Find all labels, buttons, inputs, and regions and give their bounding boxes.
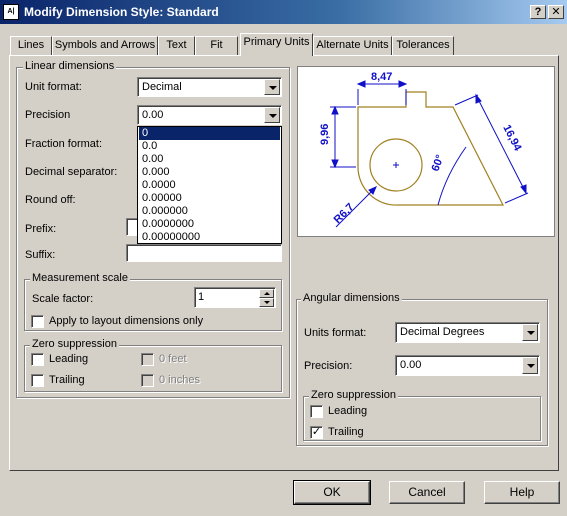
zero-feet-label: 0 feet [159,353,187,365]
precision-option[interactable]: 0.000000 [139,205,280,218]
apply-layout-label: Apply to layout dimensions only [49,315,204,327]
ok-button[interactable]: OK [293,480,371,505]
precision-dropdown-list: 0 0.0 0.00 0.000 0.0000 0.00000 0.000000… [137,126,282,244]
angular-precision-label: Precision: [304,360,353,372]
angular-precision-value: 0.00 [400,359,422,371]
apply-layout-checkbox[interactable] [31,315,44,328]
precision-option[interactable]: 0 [139,127,280,140]
precision-option[interactable]: 0.0000 [139,179,280,192]
dim-top-text: 8,47 [371,71,392,83]
zero-inches-checkbox [141,374,154,387]
chevron-down-icon[interactable] [264,107,280,123]
decimal-separator-label: Decimal separator: [25,166,118,178]
leading-angular-label: Leading [328,405,368,417]
dim-left-text: 9,96 [319,124,331,145]
tab-text[interactable]: Text [158,36,195,55]
angular-units-format-value: Decimal Degrees [400,326,485,338]
round-off-label: Round off: [25,194,76,206]
linear-dimensions-title: Linear dimensions [23,60,117,72]
radius-text: R6,7 [332,201,357,226]
precision-option[interactable]: 0.0000000 [139,218,280,231]
suffix-input[interactable] [126,244,282,262]
title-bar: A| Modify Dimension Style: Standard ? ✕ [0,0,567,24]
precision-label: Precision [25,109,71,121]
precision-select[interactable]: 0.00 [137,105,282,125]
zero-feet-checkbox [141,353,154,366]
angular-dimensions-title: Angular dimensions [301,292,402,304]
precision-option[interactable]: 0.00000 [139,192,280,205]
tab-symbols-and-arrows[interactable]: Symbols and Arrows [52,36,158,55]
angular-units-format-select[interactable]: Decimal Degrees [395,322,540,343]
tab-tolerances[interactable]: Tolerances [392,36,454,55]
spin-down-icon[interactable] [259,298,274,307]
leading-angular-checkbox[interactable] [310,405,323,418]
unit-format-label: Unit format: [25,81,82,93]
precision-option[interactable]: 0.000 [139,166,280,179]
unit-format-value: Decimal [142,81,182,93]
angular-precision-select[interactable]: 0.00 [395,355,540,376]
preview-drawing: 8,47 9,96 16,94 60° R6,7 [319,71,529,228]
trailing-angular-label: Trailing [328,426,364,438]
angle-text: 60° [430,153,447,173]
tab-lines[interactable]: Lines [10,36,52,55]
scale-factor-spinner[interactable]: 1 [194,287,276,308]
prefix-label: Prefix: [25,223,57,235]
trailing-angular-checkbox[interactable]: ✓ [310,426,323,439]
trailing-linear-checkbox[interactable] [31,374,44,387]
tab-fit[interactable]: Fit [195,36,238,55]
window-title: Modify Dimension Style: Standard [24,5,219,19]
precision-option[interactable]: 0.00 [139,153,280,166]
dimension-preview: 8,47 9,96 16,94 60° R6,7 [297,66,555,237]
scale-factor-value: 1 [198,291,205,303]
fraction-format-label: Fraction format: [25,138,103,150]
tab-alternate-units[interactable]: Alternate Units [313,36,392,55]
precision-value: 0.00 [142,109,164,121]
help-button[interactable]: Help [484,481,560,504]
zero-suppression-linear-title: Zero suppression [30,338,119,350]
precision-option[interactable]: 0.0 [139,140,280,153]
measurement-scale-title: Measurement scale [30,272,130,284]
precision-option[interactable]: 0.00000000 [139,231,280,244]
check-icon: ✓ [311,426,322,438]
trailing-linear-label: Trailing [49,374,85,386]
spin-up-icon[interactable] [259,289,274,298]
units-format-label: Units format: [304,327,367,339]
chevron-down-icon[interactable] [522,324,538,341]
app-icon: A| [3,4,19,20]
chevron-down-icon[interactable] [522,357,538,374]
tab-primary-units[interactable]: Primary Units [240,33,313,56]
leading-linear-checkbox[interactable] [31,353,44,366]
close-button[interactable]: ✕ [548,5,564,19]
cancel-button[interactable]: Cancel [389,481,465,504]
leading-linear-label: Leading [49,353,89,365]
unit-format-select[interactable]: Decimal [137,77,282,97]
zero-suppression-angular-title: Zero suppression [309,389,398,401]
help-title-button[interactable]: ? [530,5,546,19]
scale-factor-label: Scale factor: [32,293,94,305]
zero-inches-label: 0 inches [159,374,200,386]
suffix-label: Suffix: [25,249,56,261]
chevron-down-icon[interactable] [264,79,280,95]
